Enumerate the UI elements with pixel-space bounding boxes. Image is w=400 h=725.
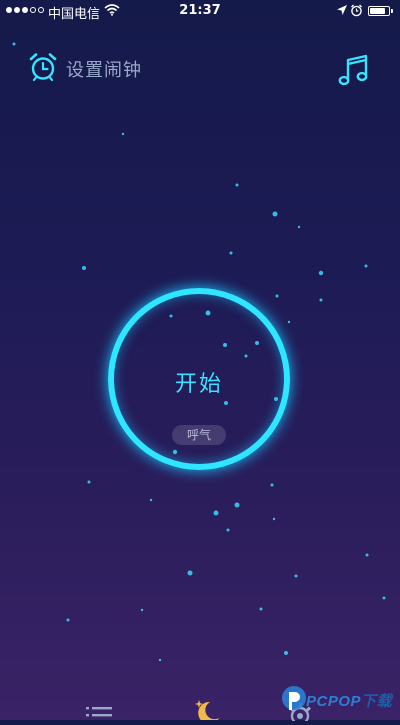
- battery-level: [370, 8, 385, 14]
- moon-stars-icon[interactable]: [191, 698, 223, 724]
- location-arrow-icon: [336, 4, 348, 19]
- breath-mode-badge[interactable]: 呼气: [172, 425, 226, 445]
- set-alarm-label: 设置闹钟: [66, 60, 142, 81]
- alarm-status-icon: [350, 4, 363, 20]
- start-label[interactable]: 开始: [108, 366, 290, 398]
- music-note-icon: [336, 54, 372, 92]
- alarm-clock-icon: [28, 52, 58, 86]
- set-alarm-button[interactable]: 设置闹钟: [28, 52, 142, 86]
- watermark-suffix: 下载: [361, 693, 393, 710]
- list-icon[interactable]: [86, 704, 114, 724]
- battery-icon: [368, 6, 393, 16]
- watermark-brand: PCPOP: [306, 693, 362, 710]
- music-button[interactable]: [336, 52, 376, 92]
- pcpop-watermark: PCPOP下载: [278, 680, 398, 720]
- status-bar: 中国电信 21:37: [0, 0, 400, 22]
- watermark-text: PCPOP下载: [306, 690, 392, 711]
